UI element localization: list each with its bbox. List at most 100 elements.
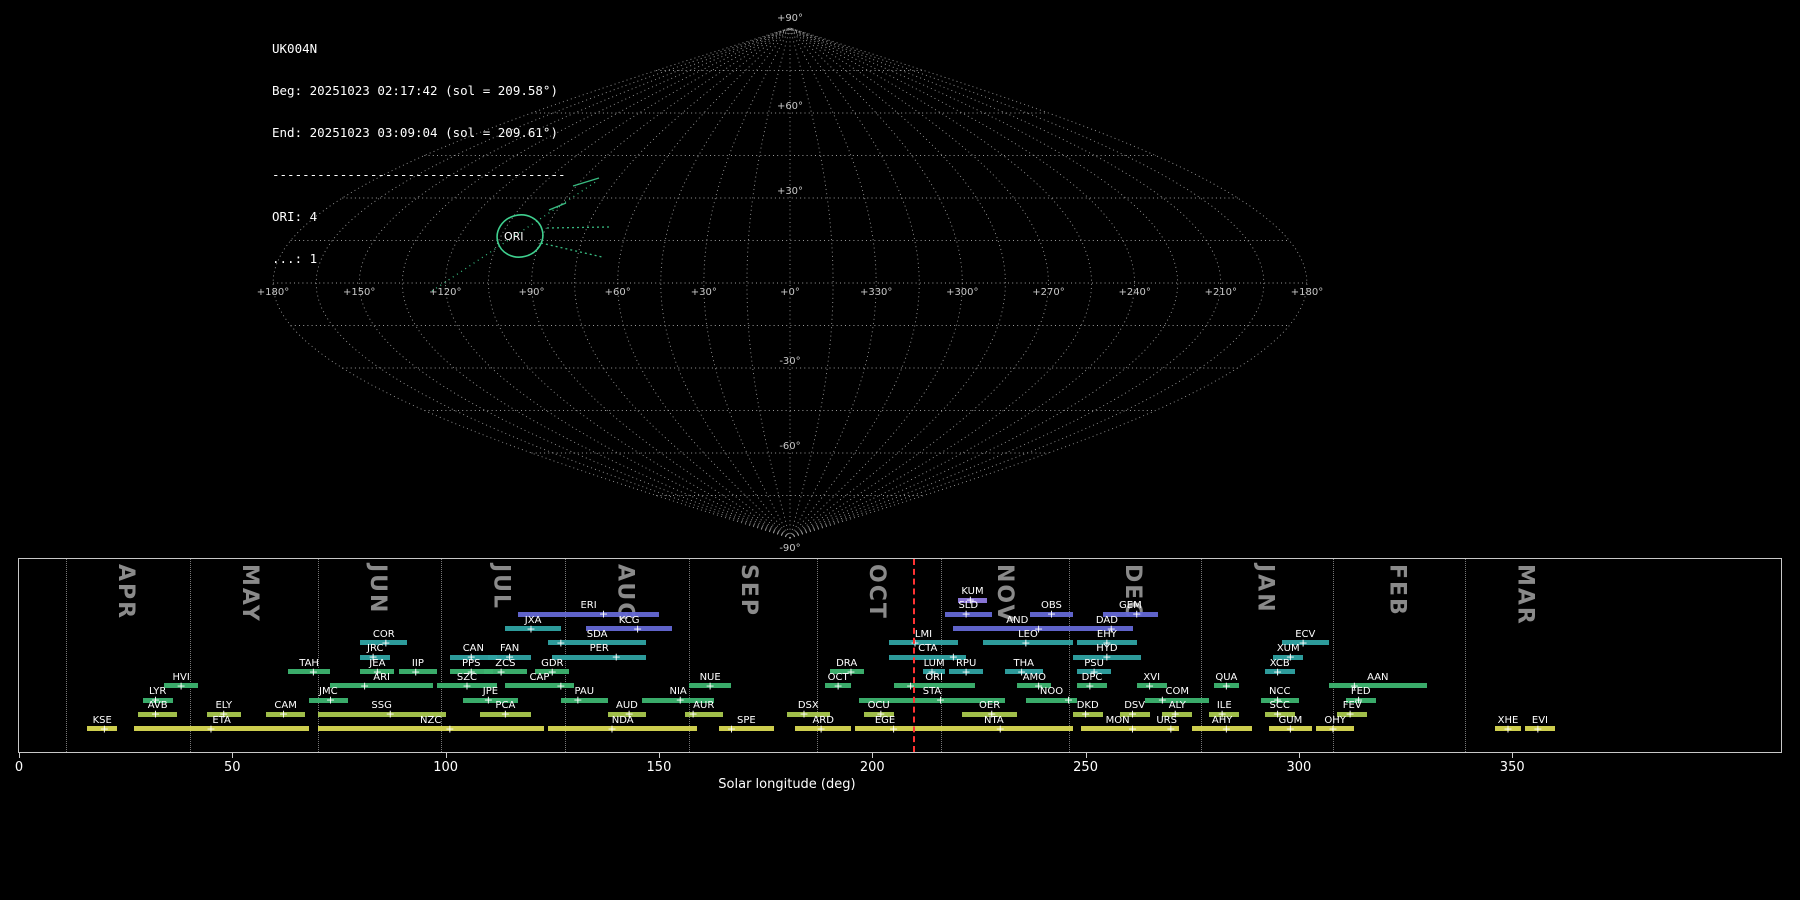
x-axis-tick xyxy=(1298,753,1300,758)
shower-label-qua: QUA xyxy=(1215,671,1238,683)
x-axis-tick-label: 250 xyxy=(1073,760,1098,775)
peak-marker-noo: + xyxy=(1063,693,1074,707)
shower-label-dad: DAD xyxy=(1095,614,1118,626)
shower-label-zcs: ZCS xyxy=(495,657,516,669)
shower-label-sta: STA xyxy=(922,686,942,698)
shower-label-cta: CTA xyxy=(918,643,938,655)
activity-timeline-chart: APR MAY JUN JUL AUG SEP OCT NOV DEC JAN FEB MAR + KUM… xyxy=(18,558,1782,753)
shower-label-spe: SPE xyxy=(737,714,756,726)
shower-label-kse: KSE xyxy=(92,714,112,726)
shower-label-aly: ALY xyxy=(1168,700,1186,712)
shower-label-cap: CAP xyxy=(529,671,550,683)
shower-label-amo: AMO xyxy=(1022,671,1047,683)
radiant-label: ORI xyxy=(504,230,524,243)
month-label-oct: OCT xyxy=(864,564,890,620)
map-meridian xyxy=(789,27,920,539)
map-latitude-label: +90° xyxy=(777,13,803,24)
sky-map: +180° +150° +120° +90° +60° +30° +0° +330° +300°… xyxy=(257,13,1323,554)
shower-label-ely: ELY xyxy=(215,700,233,712)
shower-label-mon: MON xyxy=(1105,714,1130,726)
peak-marker-cap: + xyxy=(556,679,566,693)
shower-label-sld: SLD xyxy=(958,600,979,612)
shower-label-lmi: LMI xyxy=(914,628,933,640)
x-axis-tick-label: 350 xyxy=(1499,760,1525,775)
peak-marker-nzc: + xyxy=(445,722,455,736)
shower-bar-ege xyxy=(855,726,915,732)
shower-label-jea: JEA xyxy=(369,657,386,669)
x-axis-tick-label: 0 xyxy=(14,760,24,775)
shower-label-dra: DRA xyxy=(836,657,858,669)
shower-label-kum: KUM xyxy=(961,586,984,597)
shower-label-fed: FED xyxy=(1350,686,1371,698)
shower-label-ssg: SSG xyxy=(371,700,392,712)
shower-label-ile: ILE xyxy=(1216,700,1232,712)
shower-label-fev: FEV xyxy=(1342,700,1362,712)
shower-label-leo: LEO xyxy=(1018,628,1038,640)
shower-label-ncc: NCC xyxy=(1268,686,1291,698)
shower-label-nta: NTA xyxy=(984,714,1004,726)
month-label-sep: SEP xyxy=(736,564,762,617)
month-label-jun: JUN xyxy=(364,564,390,615)
x-axis-title: Solar longitude (deg) xyxy=(718,777,856,792)
map-longitude-label: +210° xyxy=(1205,287,1237,298)
shower-label-eri: ERI xyxy=(580,600,597,612)
month-boundary-line xyxy=(189,559,191,752)
shower-label-aan: AAN xyxy=(1367,671,1389,683)
shower-label-iip: IIP xyxy=(411,657,424,669)
x-axis-tick-label: 100 xyxy=(433,760,459,775)
shower-label-psu: PSU xyxy=(1084,657,1104,669)
shower-label-gem: GEM xyxy=(1119,600,1142,612)
map-longitude-label: +120° xyxy=(429,287,461,298)
x-axis-tick xyxy=(1085,753,1087,758)
shower-label-hyd: HYD xyxy=(1096,643,1118,655)
x-axis-tick xyxy=(232,753,234,758)
map-meridian xyxy=(272,27,791,539)
peak-marker-spe: + xyxy=(726,722,737,736)
shower-label-jmc: JMC xyxy=(319,686,338,698)
x-axis-tick xyxy=(658,753,660,758)
map-meridian xyxy=(660,27,791,539)
shower-label-aur: AUR xyxy=(693,700,715,712)
x-axis-tick-label: 300 xyxy=(1286,760,1312,775)
map-meridian xyxy=(789,27,1179,539)
map-longitude-label: +180° xyxy=(1291,287,1323,298)
shower-label-avb: AVB xyxy=(147,700,168,712)
activity-timeline-plot-area: APR MAY JUN JUL AUG SEP OCT NOV DEC JAN FEB MAR + KUM… xyxy=(19,559,1781,752)
shower-label-xvi: XVI xyxy=(1143,671,1161,683)
map-latitude-label: -90° xyxy=(779,543,800,554)
month-boundary-line xyxy=(1068,559,1070,752)
shower-label-pau: PAU xyxy=(574,686,595,698)
map-meridian xyxy=(789,27,963,539)
shower-bar-eta xyxy=(134,726,310,732)
shower-label-rpu: RPU xyxy=(955,657,977,669)
shower-label-lum: LUM xyxy=(923,657,945,669)
map-longitude-label: +0° xyxy=(780,287,800,298)
shower-label-jxa: JXA xyxy=(524,614,542,626)
month-boundary-line xyxy=(65,559,67,752)
x-axis-tick-label: 200 xyxy=(859,760,885,775)
shower-label-evi: EVI xyxy=(1531,714,1548,726)
x-axis-tick xyxy=(19,753,20,758)
shower-label-aud: AUD xyxy=(616,700,638,712)
shower-label-tah: TAH xyxy=(299,657,319,669)
shower-label-scc: SCC xyxy=(1269,700,1290,712)
shower-label-cor: COR xyxy=(372,628,395,640)
peak-marker-per: + xyxy=(611,650,621,664)
shower-label-hvi: HVI xyxy=(172,671,190,683)
x-axis-tick-label: 50 xyxy=(224,760,241,775)
shower-label-dpc: DPC xyxy=(1081,671,1103,683)
month-boundary-line xyxy=(317,559,319,752)
month-boundary-line xyxy=(688,559,690,752)
x-axis-tick-label: 150 xyxy=(646,760,672,775)
shower-label-oer: OER xyxy=(979,700,1001,712)
map-longitude-label: +30° xyxy=(691,287,717,298)
x-axis-tick xyxy=(445,753,447,758)
shower-label-gum: GUM xyxy=(1278,714,1303,726)
month-boundary-line xyxy=(1465,559,1467,752)
map-meridian xyxy=(574,27,791,539)
month-boundary-line xyxy=(1200,559,1202,752)
month-label-mar: MAR xyxy=(1512,564,1538,626)
month-label-jul: JUL xyxy=(488,564,514,611)
peak-marker-eri: + xyxy=(598,607,609,621)
map-longitude-label: +150° xyxy=(343,287,375,298)
